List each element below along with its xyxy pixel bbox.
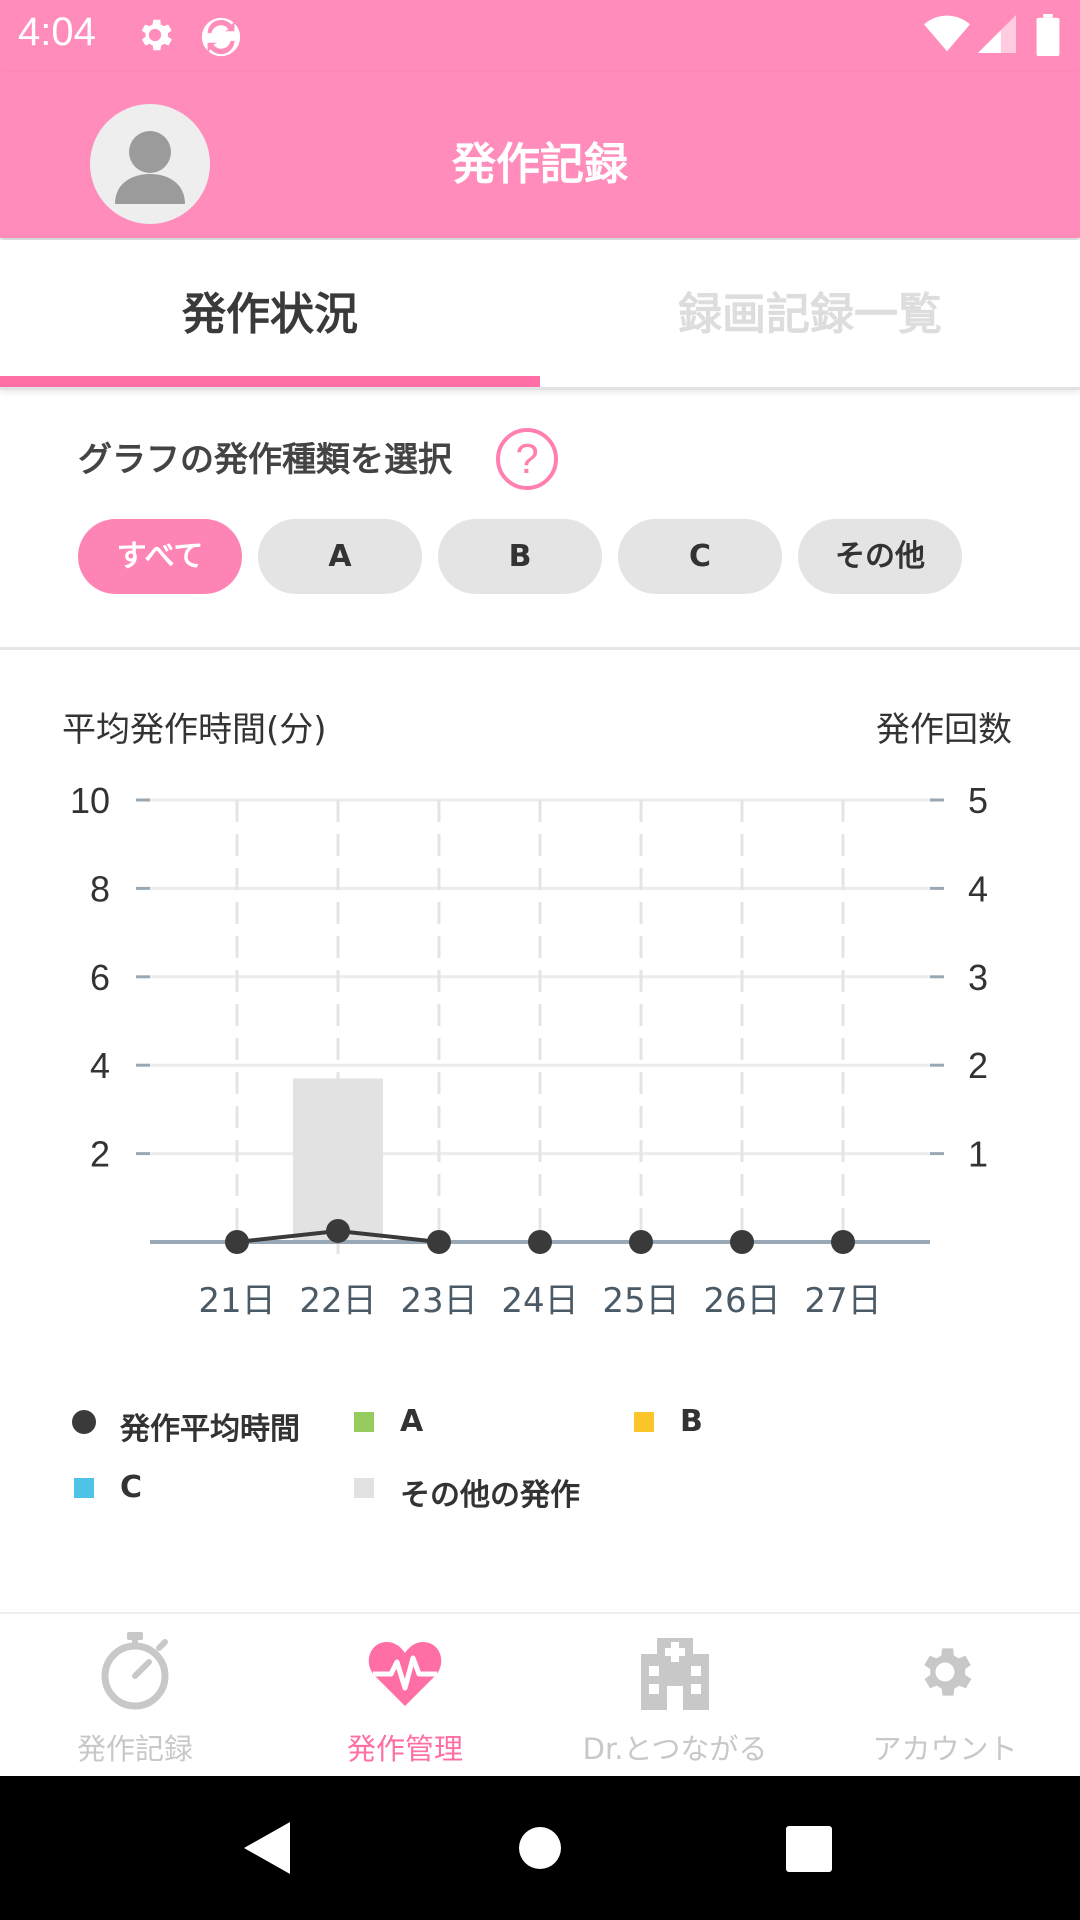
x-axis-tick-label: 21日 bbox=[198, 1281, 275, 1321]
x-axis-tick-label: 22日 bbox=[299, 1281, 376, 1321]
x-axis-tick-label: 25日 bbox=[602, 1281, 679, 1321]
section-divider bbox=[0, 647, 1080, 650]
right-axis-tick-label: 1 bbox=[968, 1134, 988, 1175]
legend-label: B bbox=[680, 1404, 703, 1439]
nav-item-connect-doctor[interactable]: Dr.とつながる bbox=[540, 1614, 810, 1778]
bar-other-seizure bbox=[293, 1078, 383, 1242]
data-point bbox=[225, 1230, 249, 1254]
left-axis-tick-label: 10 bbox=[70, 780, 110, 821]
filter-title: グラフの発作種類を選択 bbox=[78, 440, 452, 480]
gear-icon bbox=[924, 1648, 972, 1696]
chart: 2468101234521日 22日 23日 24日 25日 26日 27日 bbox=[70, 780, 988, 1321]
filter-chip-a[interactable]: A bbox=[258, 519, 422, 594]
data-point bbox=[427, 1230, 451, 1254]
home-icon[interactable] bbox=[518, 1826, 562, 1870]
data-point bbox=[326, 1218, 350, 1243]
legend-label: C bbox=[120, 1470, 143, 1505]
nav-item-seizure-management[interactable]: 発作管理 bbox=[270, 1614, 540, 1778]
battery-icon bbox=[1036, 14, 1060, 56]
page-title: 発作記録 bbox=[452, 139, 628, 190]
legend-label: A bbox=[400, 1404, 424, 1439]
nav-item-account[interactable]: アカウント bbox=[810, 1614, 1080, 1778]
right-axis-tick-label: 4 bbox=[968, 868, 988, 909]
app-sync-icon bbox=[201, 17, 241, 57]
data-point bbox=[629, 1230, 653, 1254]
nav-label: アカウント bbox=[872, 1732, 1018, 1766]
x-axis-tick-label: 26日 bbox=[703, 1281, 780, 1321]
legend-swatch-average-time bbox=[72, 1410, 96, 1434]
status-bar: 4:04 bbox=[0, 0, 1080, 72]
data-point bbox=[730, 1230, 754, 1254]
tab-seizure-status[interactable]: 発作状況 bbox=[0, 240, 540, 390]
data-point bbox=[528, 1230, 552, 1254]
legend-swatch-other bbox=[354, 1478, 374, 1498]
left-axis-tick-label: 8 bbox=[90, 868, 110, 909]
system-nav-bar bbox=[0, 1776, 1080, 1920]
tab-bar: 発作状況 録画記録一覧 bbox=[0, 240, 1080, 390]
right-axis-tick-label: 5 bbox=[968, 780, 988, 821]
nav-label: 発作管理 bbox=[346, 1732, 463, 1766]
legend-label: その他の発作 bbox=[400, 1478, 580, 1513]
hospital-icon bbox=[641, 1638, 709, 1710]
right-axis-tick-label: 3 bbox=[968, 957, 988, 998]
wifi-icon bbox=[924, 15, 970, 52]
back-icon[interactable] bbox=[244, 1822, 290, 1874]
legend-swatch-b bbox=[634, 1412, 654, 1432]
left-axis-tick-label: 4 bbox=[90, 1045, 110, 1086]
left-axis-tick-label: 6 bbox=[90, 957, 110, 998]
filter-chip-other[interactable]: その他 bbox=[798, 519, 962, 594]
legend-label: 発作平均時間 bbox=[120, 1412, 300, 1447]
cell-signal-icon bbox=[978, 15, 1016, 53]
x-axis-tick-label: 27日 bbox=[804, 1281, 881, 1321]
legend-swatch-c bbox=[74, 1478, 94, 1498]
status-time: 4:04 bbox=[18, 10, 96, 54]
x-axis-tick-label: 23日 bbox=[400, 1281, 477, 1321]
nav-item-seizure-record[interactable]: 発作記録 bbox=[0, 1614, 270, 1778]
stopwatch-icon bbox=[101, 1632, 169, 1710]
heart-pulse-icon bbox=[368, 1642, 442, 1706]
nav-label: 発作記録 bbox=[76, 1732, 193, 1766]
chart-left-axis-label: 平均発作時間(分) bbox=[62, 710, 327, 750]
filter-chip-b[interactable]: B bbox=[438, 519, 602, 594]
filter-chip-c[interactable]: C bbox=[618, 519, 782, 594]
bottom-nav: 発作記録 発作管理 Dr.とつながる アカウント bbox=[0, 1612, 1080, 1776]
question-icon[interactable]: ? bbox=[496, 428, 558, 490]
app-header: 発作記録 bbox=[0, 72, 1080, 238]
tab-indicator bbox=[0, 376, 540, 387]
left-axis-tick-label: 2 bbox=[90, 1134, 110, 1175]
filter-chip-all[interactable]: すべて bbox=[78, 519, 242, 594]
legend-swatch-a bbox=[354, 1412, 374, 1432]
chart-right-axis-label: 発作回数 bbox=[876, 710, 1012, 750]
nav-label: Dr.とつながる bbox=[582, 1732, 768, 1766]
right-axis-tick-label: 2 bbox=[968, 1045, 988, 1086]
x-axis-tick-label: 24日 bbox=[501, 1281, 578, 1321]
data-point bbox=[831, 1230, 855, 1254]
tab-recording-list[interactable]: 録画記録一覧 bbox=[540, 240, 1080, 390]
gear-icon bbox=[141, 19, 172, 51]
recents-icon[interactable] bbox=[786, 1826, 832, 1872]
